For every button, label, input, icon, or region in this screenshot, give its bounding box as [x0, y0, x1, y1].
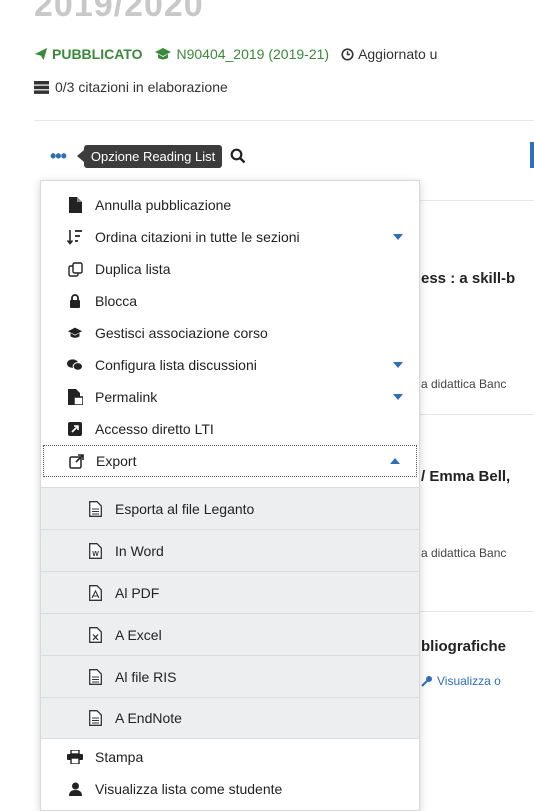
export-pdf-option[interactable]: Al PDF: [41, 571, 419, 613]
status-row: PUBBLICATO N90404_2019 (2019-21) Aggiorn…: [34, 44, 437, 64]
chevron-down-icon[interactable]: [393, 234, 403, 240]
menu-item-label: Ordina citazioni in tutte le sezioni: [95, 229, 300, 245]
reading-list-options-menu: Annulla pubblicazione Ordina citazioni i…: [40, 180, 420, 811]
file-icon: [67, 197, 83, 213]
export-ris-option[interactable]: Al file RIS: [41, 655, 419, 697]
side-tab[interactable]: [530, 142, 534, 168]
citation-source: a didattica Banc: [421, 377, 507, 391]
updated-label: Aggiornato u: [358, 46, 438, 62]
view-online-label[interactable]: Visualizza o: [437, 674, 501, 688]
export-endnote-option[interactable]: A EndNote: [41, 697, 419, 739]
menu-item-label: Stampa: [95, 749, 144, 765]
export-option-label: Al file RIS: [115, 668, 177, 685]
export-option-label: A Excel: [115, 626, 162, 643]
file-pdf-icon: [87, 584, 103, 602]
export-option-label: Esporta al file Leganto: [115, 500, 255, 517]
menu-item-lock[interactable]: Blocca: [41, 285, 419, 317]
user-icon: [67, 781, 83, 797]
svg-text:W: W: [92, 551, 99, 558]
key-icon: [421, 676, 432, 687]
more-options-button[interactable]: •••: [50, 147, 67, 165]
updated-info: Aggiornato u: [341, 46, 437, 62]
permalink-icon: [67, 389, 83, 405]
export-option-label: In Word: [115, 542, 164, 559]
course-code[interactable]: N90404_2019 (2019-21): [176, 46, 329, 62]
chevron-down-icon[interactable]: [393, 394, 403, 400]
divider: [34, 120, 534, 121]
search-icon[interactable]: [230, 148, 246, 164]
copy-icon: [67, 261, 83, 277]
citation-source: a didattica Banc: [421, 546, 507, 560]
clock-icon: [341, 47, 354, 61]
chevron-down-icon[interactable]: [393, 362, 403, 368]
list-toolbar: ••• Opzione Reading List: [50, 143, 246, 169]
menu-item-print[interactable]: Stampa: [41, 741, 419, 773]
export-word-option[interactable]: W In Word: [41, 529, 419, 571]
menu-item-export[interactable]: Export: [43, 445, 417, 477]
lock-icon: [67, 293, 83, 309]
menu-item-unpublish[interactable]: Annulla pubblicazione: [41, 189, 419, 221]
citations-status: 0/3 citazioni in elaborazione: [34, 79, 228, 95]
menu-item-duplicate-list[interactable]: Duplica lista: [41, 253, 419, 285]
menu-item-label: Blocca: [95, 293, 138, 309]
menu-item-lti-access[interactable]: Accesso diretto LTI: [41, 413, 419, 445]
file-text-icon: [87, 500, 103, 518]
external-link-icon: [68, 453, 84, 469]
file-word-icon: W: [87, 542, 103, 560]
menu-item-label: Visualizza lista come studente: [95, 781, 283, 797]
citation-title[interactable]: ess : a skill-b: [421, 270, 515, 287]
menu-item-label: Export: [96, 453, 137, 469]
tooltip: Opzione Reading List: [83, 144, 223, 168]
menu-item-label: Permalink: [95, 389, 158, 405]
list-title: 2019/2020: [34, 0, 204, 24]
menu-item-label: Gestisci associazione corso: [95, 325, 268, 341]
export-excel-option[interactable]: A Excel: [41, 613, 419, 655]
course-link[interactable]: N90404_2019 (2019-21): [154, 46, 329, 62]
file-text-icon: [87, 668, 103, 686]
citation-title[interactable]: bliografiche: [421, 638, 506, 655]
menu-item-label: Duplica lista: [95, 261, 171, 277]
file-text-icon: [87, 709, 103, 727]
citations-label: 0/3 citazioni in elaborazione: [55, 79, 228, 95]
file-excel-icon: [87, 626, 103, 644]
graduation-cap-icon: [155, 48, 172, 60]
menu-item-label: Accesso diretto LTI: [95, 421, 214, 437]
print-icon: [67, 749, 83, 765]
menu-item-permalink[interactable]: Permalink: [41, 381, 419, 413]
paper-plane-icon: [34, 47, 48, 61]
export-option-label: Al PDF: [115, 584, 160, 601]
menu-item-label: Configura lista discussioni: [95, 357, 257, 373]
menu-item-manage-course[interactable]: Gestisci associazione corso: [41, 317, 419, 349]
menu-item-view-as-student[interactable]: Visualizza lista come studente: [41, 773, 419, 805]
menu-item-configure-discussions[interactable]: Configura lista discussioni: [41, 349, 419, 381]
export-leganto-option[interactable]: Esporta al file Leganto: [41, 487, 419, 529]
sort-icon: [67, 229, 83, 245]
export-option-label: A EndNote: [115, 710, 182, 726]
citation-title[interactable]: / Emma Bell,: [421, 468, 510, 485]
graduation-cap-icon: [67, 325, 83, 341]
comments-icon: [67, 357, 83, 373]
chevron-up-icon[interactable]: [390, 458, 400, 464]
menu-item-label: Annulla pubblicazione: [95, 197, 232, 213]
external-square-icon: [67, 421, 83, 437]
server-icon: [34, 80, 49, 94]
view-online-link[interactable]: Visualizza o: [421, 674, 501, 688]
menu-item-sort-citations[interactable]: Ordina citazioni in tutte le sezioni: [41, 221, 419, 253]
published-label: PUBBLICATO: [52, 46, 143, 62]
published-status: PUBBLICATO: [34, 46, 142, 62]
